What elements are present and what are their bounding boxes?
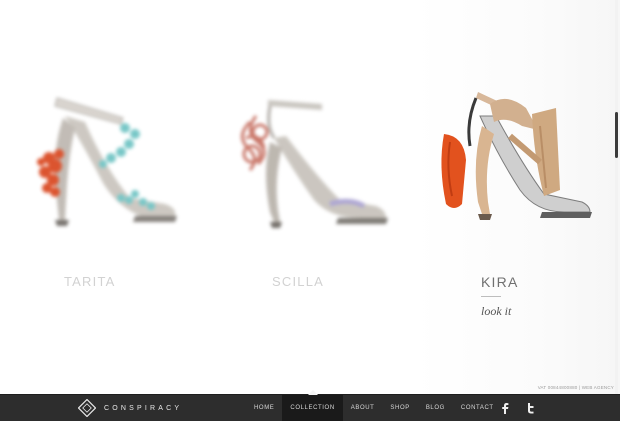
scrollbar-track[interactable] [615,0,618,394]
nav-item-shop[interactable]: SHOP [382,395,417,421]
brand-logo[interactable]: CONSPIRACY [78,399,182,417]
look-it-link[interactable]: look it [481,304,511,319]
product-name-kira[interactable]: KIRA [481,274,518,290]
product-image-kira[interactable] [436,86,596,228]
credits-text[interactable]: VAT 00844800880 | WEB AGENCY [538,385,614,390]
collection-stage: TARITA SCILLA KIRA look it VAT 008448008… [0,0,620,394]
product-name-tarita[interactable]: TARITA [64,274,116,289]
facebook-icon [502,403,509,414]
footer-bar: CONSPIRACY HOME COLLECTION ABOUT SHOP BL… [0,390,620,421]
main-nav: HOME COLLECTION ABOUT SHOP BLOG CONTACT [246,390,502,421]
facebook-link[interactable] [500,395,510,421]
brand-name: CONSPIRACY [104,404,183,412]
product-name-scilla[interactable]: SCILLA [272,274,324,289]
nav-item-home[interactable]: HOME [246,395,282,421]
nav-item-contact[interactable]: CONTACT [453,395,502,421]
nav-item-blog[interactable]: BLOG [418,395,453,421]
twitter-link[interactable] [525,395,535,421]
scrollbar-thumb[interactable] [615,112,618,158]
twitter-icon [528,403,534,414]
nav-item-about[interactable]: ABOUT [343,395,383,421]
nav-item-collection[interactable]: COLLECTION [282,390,343,421]
product-name-divider [481,296,501,297]
product-image-tarita[interactable] [25,88,185,233]
diamond-logo-icon [78,399,96,417]
product-image-scilla[interactable] [230,92,395,232]
